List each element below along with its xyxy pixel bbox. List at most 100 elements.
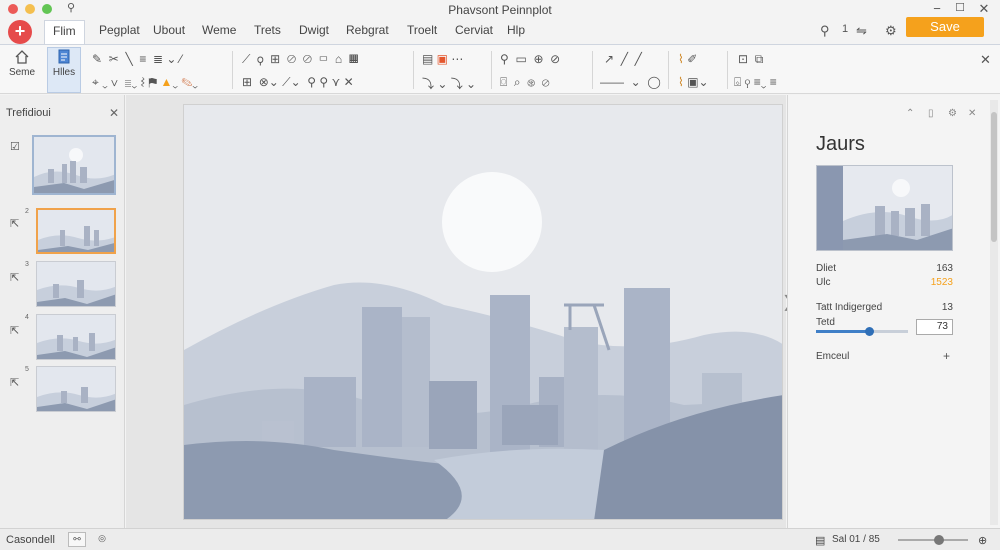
slider-handle[interactable] bbox=[865, 327, 875, 336]
ribbon-group-shapes-top[interactable]: ⚲ ▭ ⊕ ⊘ bbox=[500, 52, 560, 66]
property-slider[interactable] bbox=[816, 327, 908, 336]
close-icon[interactable]: ✕ bbox=[968, 108, 976, 119]
property-value: 163 bbox=[936, 263, 953, 274]
ribbon-group-lines-bottom[interactable]: —— ⌄ ◯ bbox=[600, 75, 661, 89]
menu-item-3[interactable]: Ubout bbox=[153, 23, 185, 37]
panel-title: Jaurs bbox=[816, 133, 865, 155]
preview-art bbox=[817, 166, 952, 250]
slide-thumbnail[interactable] bbox=[32, 135, 116, 195]
menu-item-help[interactable]: Hlp bbox=[507, 23, 525, 37]
ribbon-group-draw-top[interactable]: ⟋ ⚲ ⊞ ⊘ ⊘ ▭ ⌂ ▦ bbox=[242, 52, 358, 67]
settings-icon[interactable]: ⚙ bbox=[885, 23, 897, 39]
sun bbox=[442, 172, 542, 272]
edit-icon[interactable]: ☑ bbox=[10, 140, 20, 153]
ribbon-group-arrange-bottom[interactable]: ⌺ ⚲ ≡⌄ ≡ bbox=[734, 75, 777, 90]
share-icon[interactable]: ⇋ bbox=[856, 23, 867, 39]
ribbon-group-shapes-bottom[interactable]: ⌼ ⌕ ⊛ ⊘ bbox=[500, 75, 550, 90]
slide-thumbnail-art bbox=[37, 262, 115, 306]
fit-icon[interactable]: ⊕ bbox=[978, 534, 987, 547]
menu-item-6[interactable]: Dwigt bbox=[299, 23, 329, 37]
slide-thumbnail[interactable] bbox=[36, 366, 116, 412]
back-icon[interactable]: ⌃ bbox=[906, 108, 914, 119]
add-icon[interactable]: + bbox=[943, 349, 950, 363]
slide-thumbnail[interactable] bbox=[36, 314, 116, 360]
property-value: 13 bbox=[941, 302, 953, 313]
slide-editor-canvas[interactable] bbox=[126, 95, 786, 528]
files-button[interactable]: Hlles bbox=[48, 49, 80, 78]
preview-thumbnail bbox=[816, 165, 953, 251]
vertical-scrollbar[interactable] bbox=[990, 100, 998, 525]
window-title: Phavsont Peinnplot bbox=[448, 3, 552, 17]
status-label: Casondell bbox=[6, 534, 55, 546]
search-icon[interactable]: ⚲ bbox=[820, 23, 830, 39]
files-icon bbox=[58, 49, 70, 64]
building bbox=[362, 307, 402, 447]
close-icon[interactable]: ✕ bbox=[109, 106, 119, 120]
minimize-icon[interactable]: − bbox=[930, 1, 944, 16]
ribbon-group-draw-bottom[interactable]: ⊞ ⊗⌄ ⟋⌄ ⚲ ⚲ ⋎ ✕ bbox=[242, 75, 354, 90]
ribbon-group-arrange-top[interactable]: ⊡ ⧉ bbox=[738, 52, 763, 67]
slide-illustration bbox=[184, 105, 782, 519]
building bbox=[502, 405, 558, 445]
save-button[interactable]: Save bbox=[906, 17, 984, 37]
ribbon-group-lines-top[interactable]: ↗ ╱ ╱ bbox=[604, 52, 642, 66]
properties-panel: ⌃ ▯ ⚙ ✕ Jaurs Dliet 163 Ulc 1523 Tatt In… bbox=[787, 95, 1000, 528]
ribbon-divider bbox=[727, 51, 728, 89]
ribbon-divider bbox=[668, 51, 669, 89]
ribbon-divider bbox=[413, 51, 414, 89]
ribbon-group-clipboard-bottom[interactable]: ⌖ ⌄ ∨ ≣⌄ ⌇ ⚑ ▲⌄ ✎⌄ bbox=[92, 75, 198, 90]
ribbon-group-insert-top[interactable]: ▤ ▣ ⋯ bbox=[422, 52, 463, 66]
slide-thumbnail[interactable] bbox=[36, 261, 116, 307]
slide-action-icon[interactable]: ⇱ bbox=[10, 217, 19, 230]
record-icon[interactable]: ◎ bbox=[93, 532, 111, 547]
slide-number: 4 bbox=[25, 314, 29, 321]
home-button[interactable]: Seme bbox=[6, 49, 38, 78]
close-icon[interactable]: ✕ bbox=[977, 1, 991, 17]
copy-icon[interactable]: ▯ bbox=[928, 108, 934, 119]
slide-counter: Sal 01 / 85 bbox=[832, 534, 880, 545]
zoom-handle[interactable] bbox=[934, 535, 944, 545]
property-label: Emceul bbox=[816, 351, 850, 362]
building bbox=[304, 377, 356, 447]
slide-action-icon[interactable]: ⇱ bbox=[10, 376, 19, 389]
slide-thumbnail[interactable] bbox=[36, 208, 116, 254]
ribbon-divider bbox=[232, 51, 233, 89]
settings-icon[interactable]: ⚙ bbox=[948, 108, 957, 119]
property-label: Ulc bbox=[816, 277, 831, 288]
building bbox=[402, 317, 430, 447]
slide-number: 2 bbox=[25, 208, 29, 215]
app-menu-button[interactable]: + bbox=[8, 20, 32, 44]
ribbon-group-color-top[interactable]: ⌇ ✐ bbox=[678, 52, 697, 66]
scrollbar-thumb[interactable] bbox=[991, 112, 997, 242]
ribbon-divider bbox=[592, 51, 593, 89]
slide-thumbnail-art bbox=[37, 315, 115, 359]
menu-item-7[interactable]: Rebgrat bbox=[346, 23, 389, 37]
building bbox=[564, 327, 598, 457]
ribbon-group-color-bottom[interactable]: ⌇ ▣⌄ bbox=[678, 75, 709, 89]
restore-icon[interactable]: ☐ bbox=[953, 1, 967, 14]
menu-item-8[interactable]: Troelt bbox=[407, 23, 437, 37]
building bbox=[429, 381, 477, 449]
ribbon-group-clipboard-top[interactable]: ✎ ✂ ╲ ≡ ≣ ⌄ ⁄ bbox=[92, 52, 182, 66]
slide-action-icon[interactable]: ⇱ bbox=[10, 271, 19, 284]
slider-value-input[interactable]: 73 bbox=[916, 319, 953, 335]
view-icon[interactable]: ▤ bbox=[815, 534, 825, 547]
home-label: Seme bbox=[8, 67, 36, 78]
menu-item-2[interactable]: Pegplat bbox=[99, 23, 140, 37]
zoom-slider[interactable] bbox=[898, 539, 968, 541]
notification-count[interactable]: 1 bbox=[842, 23, 848, 35]
slide-thumbnail-art bbox=[37, 367, 115, 411]
property-label: Dliet bbox=[816, 263, 837, 274]
ribbon-group-insert-bottom[interactable]: ⤵ ⌄ ⤵ ⌄ bbox=[422, 75, 476, 92]
slide-action-icon[interactable]: ⇱ bbox=[10, 324, 19, 337]
slides-panel: Trefidioui ✕ ☑ 2 ⇱ 3 ⇱ 4 ⇱ 5 ⇱ bbox=[0, 95, 125, 528]
property-label: Tatt Indigerged bbox=[816, 302, 883, 313]
link-icon[interactable]: ⚯ bbox=[68, 532, 86, 547]
property-label: Tetd bbox=[816, 317, 835, 328]
menu-item-5[interactable]: Trets bbox=[254, 23, 281, 37]
menu-item-file[interactable]: Flim bbox=[44, 20, 85, 44]
current-slide[interactable] bbox=[183, 104, 783, 520]
menu-item-9[interactable]: Cerviat bbox=[455, 23, 493, 37]
menu-item-4[interactable]: Weme bbox=[202, 23, 236, 37]
ribbon-close-icon[interactable]: ✕ bbox=[980, 52, 991, 68]
